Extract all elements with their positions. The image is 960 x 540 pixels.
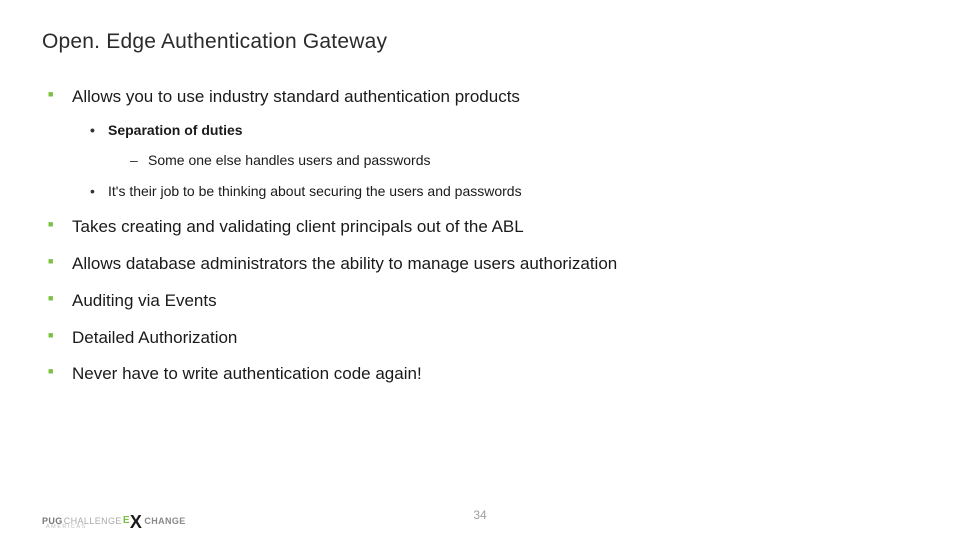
bullet-text: Never have to write authentication code … xyxy=(72,364,422,383)
sub-bullet-list: Separation of duties Some one else handl… xyxy=(72,121,918,202)
bullet-item: Allows you to use industry standard auth… xyxy=(42,86,918,202)
bullet-text: Allows you to use industry standard auth… xyxy=(72,87,520,106)
slide: Open. Edge Authentication Gateway Allows… xyxy=(0,0,960,540)
bullet-text: Allows database administrators the abili… xyxy=(72,254,617,273)
logo-text-americas: AMERICAS xyxy=(46,524,87,530)
sub-bullet-item: It's their job to be thinking about secu… xyxy=(72,182,918,202)
subsub-bullet-text: Some one else handles users and password… xyxy=(148,152,431,168)
bullet-text: Takes creating and validating client pri… xyxy=(72,217,524,236)
sub-bullet-text: It's their job to be thinking about secu… xyxy=(108,183,522,199)
logo-text-change: CHANGE xyxy=(144,516,185,526)
logo-text-x: X xyxy=(130,517,142,528)
sub-bullet-item: Separation of duties Some one else handl… xyxy=(72,121,918,170)
page-number: 34 xyxy=(473,508,486,522)
subsub-bullet-list: Some one else handles users and password… xyxy=(108,151,918,171)
logo-text-e: E xyxy=(123,515,130,526)
bullet-item: Detailed Authorization xyxy=(42,327,918,350)
bullet-list: Allows you to use industry standard auth… xyxy=(42,86,918,386)
subsub-bullet-item: Some one else handles users and password… xyxy=(108,151,918,171)
sub-bullet-text: Separation of duties xyxy=(108,122,243,138)
bullet-item: Never have to write authentication code … xyxy=(42,363,918,386)
bullet-item: Takes creating and validating client pri… xyxy=(42,216,918,239)
bullet-text: Auditing via Events xyxy=(72,291,217,310)
bullet-item: Allows database administrators the abili… xyxy=(42,253,918,276)
bullet-item: Auditing via Events xyxy=(42,290,918,313)
footer-logo: PUG CHALLENGE E X CHANGE AMERICAS xyxy=(42,515,186,526)
slide-title: Open. Edge Authentication Gateway xyxy=(42,30,918,54)
bullet-text: Detailed Authorization xyxy=(72,328,237,347)
